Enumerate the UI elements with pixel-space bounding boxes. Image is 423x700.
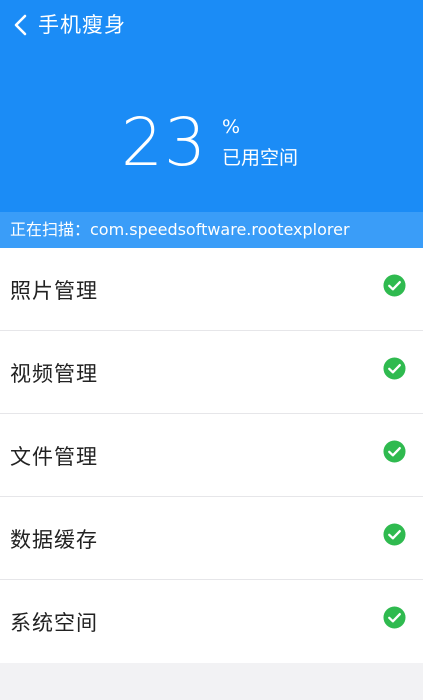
list-item-photo-management[interactable]: 照片管理 (0, 248, 423, 331)
usage-label: 已用空间 (222, 147, 299, 169)
check-circle-icon (383, 357, 406, 380)
list-item-label: 照片管理 (10, 279, 98, 303)
check-circle-icon (383, 274, 406, 297)
check-circle-icon (383, 523, 406, 546)
list-item-video-management[interactable]: 视频管理 (0, 331, 423, 414)
list-item-system-space[interactable]: 系统空间 (0, 580, 423, 663)
chevron-left-icon (14, 14, 27, 36)
list-item-label: 视频管理 (10, 362, 98, 386)
category-list: 照片管理 视频管理 文件管理 数据缓存 系统空间 (0, 248, 423, 663)
list-item-label: 文件管理 (10, 445, 98, 469)
usage-percent-value: 23 (121, 104, 207, 181)
page-title: 手机瘦身 (38, 13, 126, 37)
usage-percent-unit: % (222, 116, 241, 138)
check-circle-icon (383, 440, 406, 463)
check-circle-icon (383, 606, 406, 629)
list-item-data-cache[interactable]: 数据缓存 (0, 497, 423, 580)
list-item-label: 系统空间 (10, 611, 98, 635)
scan-status-bar: 正在扫描：com.speedsoftware.rootexplorer (0, 212, 423, 248)
list-item-label: 数据缓存 (10, 528, 98, 552)
back-button[interactable] (6, 10, 36, 40)
header: 手机瘦身 23 % 已用空间 (0, 0, 423, 212)
list-item-file-management[interactable]: 文件管理 (0, 414, 423, 497)
phone-slim-screen: 手机瘦身 23 % 已用空间 正在扫描：com.speedsoftware.ro… (0, 0, 423, 700)
